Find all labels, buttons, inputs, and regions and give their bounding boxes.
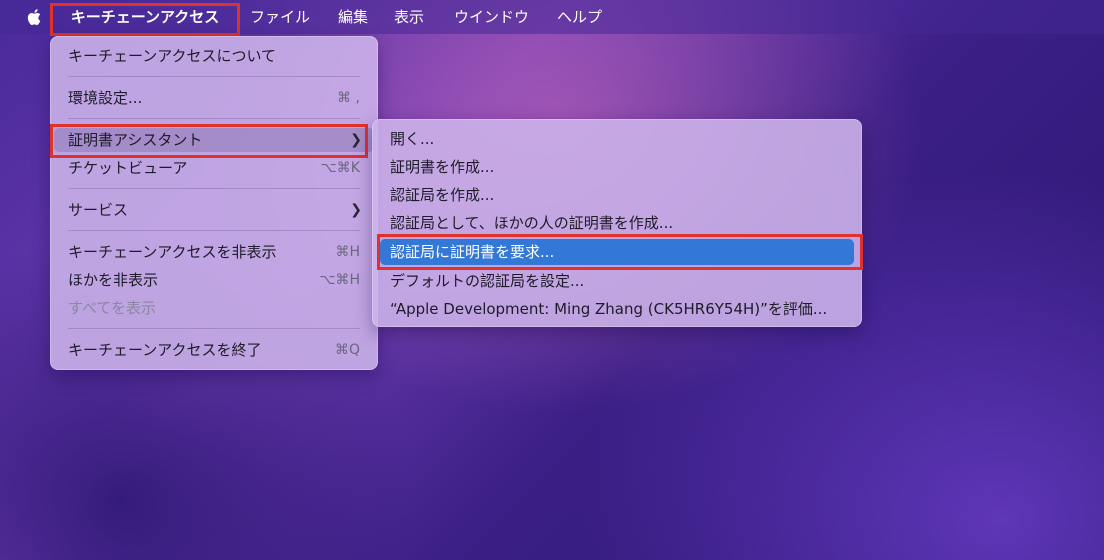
apple-logo-icon[interactable] xyxy=(24,0,46,34)
shortcut-label: ⌘ , xyxy=(337,90,360,106)
submenu-item-open[interactable]: 開く... xyxy=(380,127,854,151)
menubar-view[interactable]: 表示 xyxy=(394,0,424,34)
menu-bar: キーチェーンアクセス ファイル 編集 表示 ウインドウ ヘルプ xyxy=(0,0,1104,34)
menu-separator xyxy=(68,76,360,77)
app-menu-dropdown: キーチェーンアクセスについて 環境設定... ⌘ , 証明書アシスタント ❯ チ… xyxy=(50,36,378,370)
shortcut-label: ⌘Q xyxy=(334,342,360,358)
menubar-help[interactable]: ヘルプ xyxy=(557,0,602,34)
menu-item-label: ほかを非表示 xyxy=(68,271,159,289)
menu-item-label: すべてを表示 xyxy=(68,299,157,317)
menu-item-quit[interactable]: キーチェーンアクセスを終了 ⌘Q xyxy=(58,338,370,362)
menu-item-label: 証明書を作成... xyxy=(390,158,495,176)
menu-item-label: 開く... xyxy=(390,130,435,148)
menubar-edit[interactable]: 編集 xyxy=(338,0,368,34)
menu-item-label: 証明書アシスタント xyxy=(68,131,203,149)
menu-item-label: 認証局に証明書を要求... xyxy=(390,243,555,261)
menu-item-label: 認証局を作成... xyxy=(390,186,495,204)
shortcut-label: ⌥⌘K xyxy=(320,160,360,176)
certificate-assistant-submenu: 開く... 証明書を作成... 認証局を作成... 認証局として、ほかの人の証明… xyxy=(372,119,862,327)
menu-item-services[interactable]: サービス ❯ xyxy=(58,198,370,222)
menu-separator xyxy=(68,328,360,329)
menu-item-label: キーチェーンアクセスを非表示 xyxy=(68,243,277,261)
menubar-file[interactable]: ファイル xyxy=(250,0,310,34)
menu-item-hide[interactable]: キーチェーンアクセスを非表示 ⌘H xyxy=(58,240,370,264)
menu-item-label: キーチェーンアクセスを終了 xyxy=(68,341,262,359)
chevron-right-icon: ❯ xyxy=(350,132,362,148)
menu-item-label: 認証局として、ほかの人の証明書を作成... xyxy=(390,214,674,232)
menu-item-label: “Apple Development: Ming Zhang (CK5HR6Y5… xyxy=(390,300,828,318)
submenu-item-create-certificate[interactable]: 証明書を作成... xyxy=(380,155,854,179)
submenu-item-create-as-ca[interactable]: 認証局として、ほかの人の証明書を作成... xyxy=(380,211,854,235)
menu-separator xyxy=(68,118,360,119)
menubar-window[interactable]: ウインドウ xyxy=(454,0,529,34)
menu-separator xyxy=(68,230,360,231)
shortcut-label: ⌘H xyxy=(335,244,360,260)
menu-item-show-all: すべてを表示 xyxy=(58,296,370,320)
submenu-item-evaluate[interactable]: “Apple Development: Ming Zhang (CK5HR6Y5… xyxy=(380,297,854,321)
shortcut-label: ⌥⌘H xyxy=(319,272,360,288)
menu-item-ticket-viewer[interactable]: チケットビューア ⌥⌘K xyxy=(58,156,370,180)
menu-item-label: デフォルトの認証局を設定... xyxy=(390,272,585,290)
menu-item-preferences[interactable]: 環境設定... ⌘ , xyxy=(58,86,370,110)
menu-item-hide-others[interactable]: ほかを非表示 ⌥⌘H xyxy=(58,268,370,292)
menu-separator xyxy=(68,188,360,189)
submenu-item-create-ca[interactable]: 認証局を作成... xyxy=(380,183,854,207)
menu-item-certificate-assistant[interactable]: 証明書アシスタント ❯ xyxy=(54,128,374,152)
menu-item-label: チケットビューア xyxy=(68,159,188,177)
submenu-item-set-default-ca[interactable]: デフォルトの認証局を設定... xyxy=(380,269,854,293)
menu-item-label: 環境設定... xyxy=(68,89,143,107)
menu-item-label: キーチェーンアクセスについて xyxy=(68,47,277,65)
menu-item-about[interactable]: キーチェーンアクセスについて xyxy=(58,44,370,68)
menubar-app-menu[interactable]: キーチェーンアクセス xyxy=(52,0,238,34)
submenu-item-request-from-ca[interactable]: 認証局に証明書を要求... xyxy=(380,239,854,265)
menu-item-label: サービス xyxy=(68,201,129,219)
chevron-right-icon: ❯ xyxy=(350,202,362,218)
